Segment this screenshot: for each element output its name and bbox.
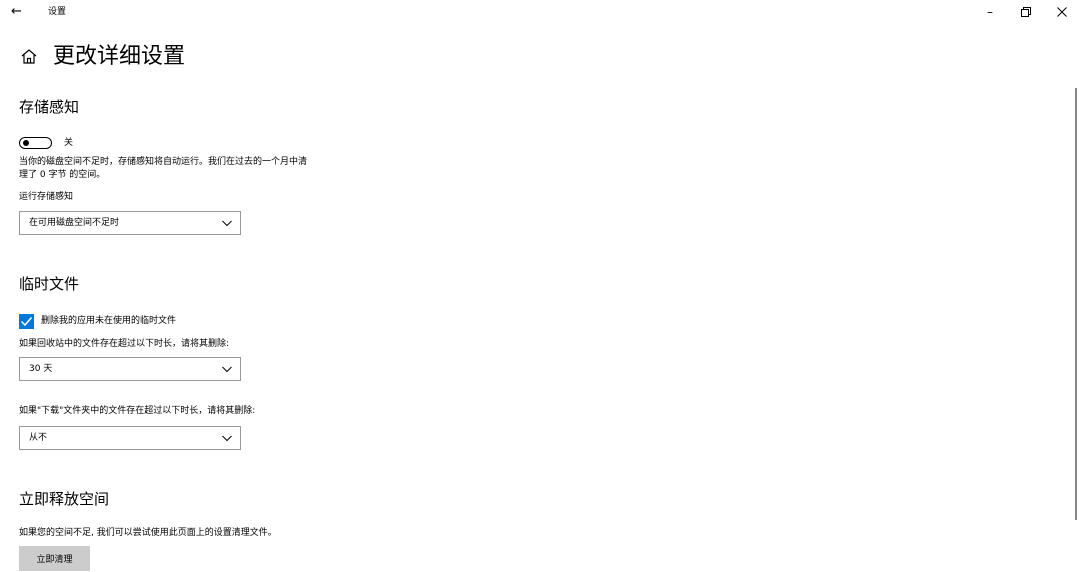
window-title: 设置	[48, 7, 67, 17]
delete-temp-files-label: 删除我的应用未在使用的临时文件	[41, 316, 177, 326]
page-title: 更改详细设置	[53, 44, 186, 69]
storage-sense-heading: 存储感知	[19, 98, 80, 116]
delete-temp-files-checkbox[interactable]	[19, 314, 34, 329]
back-arrow-icon[interactable]: ←	[11, 3, 29, 21]
run-storage-sense-dropdown[interactable]: 在可用磁盘空间不足时	[19, 211, 241, 235]
downloads-dropdown[interactable]: 从不	[19, 426, 241, 450]
restore-button[interactable]	[1008, 0, 1044, 24]
recycle-bin-dropdown[interactable]: 30 天	[19, 357, 241, 381]
temp-files-heading: 临时文件	[19, 275, 80, 293]
minimize-button[interactable]: –	[972, 0, 1008, 24]
storage-sense-toggle[interactable]	[19, 137, 52, 149]
chevron-down-icon	[222, 435, 232, 442]
toggle-knob	[23, 140, 29, 146]
storage-sense-description-line1: 当你的磁盘空间不足时，存储感知将自动运行。我们在过去的一个月中清	[19, 157, 308, 167]
dropdown-value: 从不	[29, 433, 48, 443]
minimize-icon: –	[987, 5, 993, 19]
free-space-description: 如果您的空间不足, 我们可以尝试使用此页面上的设置清理文件。	[19, 528, 277, 538]
home-icon[interactable]	[19, 47, 41, 69]
free-space-heading: 立即释放空间	[19, 490, 110, 508]
run-storage-sense-label: 运行存储感知	[19, 192, 74, 202]
downloads-label: 如果"下载"文件夹中的文件存在超过以下时长，请将其删除:	[19, 406, 256, 416]
close-icon	[1057, 7, 1067, 17]
scrollbar[interactable]	[1075, 88, 1077, 520]
recycle-bin-label: 如果回收站中的文件存在超过以下时长，请将其删除:	[19, 339, 230, 349]
dropdown-value: 30 天	[29, 364, 53, 374]
restore-icon	[1021, 7, 1031, 17]
storage-sense-description-line2: 理了 0 字节 的空间。	[19, 170, 106, 180]
chevron-down-icon	[222, 366, 232, 373]
clean-now-button[interactable]: 立即清理	[19, 546, 90, 571]
toggle-state-label: 关	[64, 138, 74, 148]
close-button[interactable]	[1044, 0, 1080, 24]
dropdown-value: 在可用磁盘空间不足时	[29, 218, 120, 228]
chevron-down-icon	[222, 220, 232, 227]
checkmark-icon	[20, 317, 33, 327]
